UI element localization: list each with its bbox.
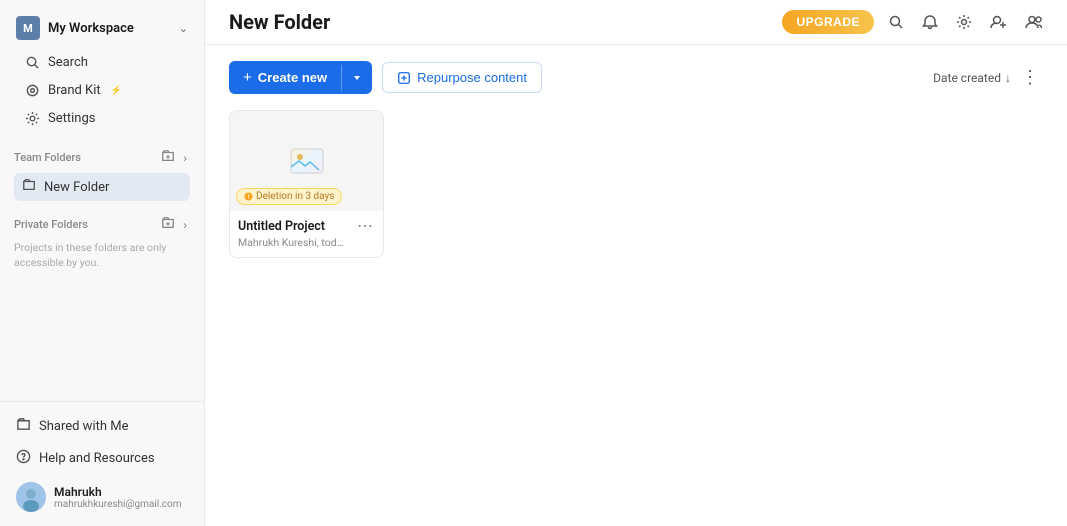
project-card[interactable]: ! Deletion in 3 days Untitled Project Ma…	[229, 110, 384, 258]
sidebar-search-label: Search	[48, 55, 88, 70]
workspace-avatar: M	[16, 16, 40, 40]
user-info: Mahrukh mahrukhkureshi@gmail.com	[54, 485, 182, 510]
repurpose-content-button[interactable]: Repurpose content	[382, 62, 542, 93]
folder-icon	[22, 178, 36, 196]
projects-grid: ! Deletion in 3 days Untitled Project Ma…	[229, 110, 1043, 258]
brand-kit-icon	[24, 83, 40, 98]
private-folders-description: Projects in these folders are only acces…	[10, 239, 194, 274]
deletion-badge: ! Deletion in 3 days	[236, 188, 342, 205]
sort-text: Date created	[933, 71, 1001, 85]
create-new-dropdown-button[interactable]	[341, 65, 372, 91]
card-thumbnail: ! Deletion in 3 days	[230, 111, 383, 211]
thumbnail-image-icon	[287, 141, 327, 181]
search-button[interactable]	[884, 10, 908, 34]
topbar: New Folder UPGRADE	[205, 0, 1067, 45]
card-menu-button[interactable]: ⋯	[355, 219, 375, 235]
private-folders-section: Private Folders › Projects in these fold…	[0, 204, 204, 276]
toolbar-left: + Create new Repurpose co	[229, 61, 542, 94]
folder-label: New Folder	[44, 180, 109, 195]
card-info: Untitled Project Mahrukh Kureshi, today …	[230, 211, 383, 257]
main-content: New Folder UPGRADE	[205, 0, 1067, 526]
sidebar-item-shared[interactable]: Shared with Me	[10, 411, 194, 442]
sidebar: M My Workspace ⌄ Search Brand Kit	[0, 0, 205, 526]
create-new-main[interactable]: + Create new	[229, 61, 341, 94]
card-meta: Mahrukh Kureshi, today at 12:12a...	[238, 236, 348, 249]
toolbar-right: Date created ↓ ⋮	[933, 65, 1043, 90]
team-button[interactable]	[1021, 10, 1047, 34]
shared-label: Shared with Me	[39, 419, 129, 434]
sort-label[interactable]: Date created ↓	[933, 71, 1011, 85]
invite-user-button[interactable]	[986, 10, 1011, 34]
user-name: Mahrukh	[54, 485, 182, 499]
help-icon	[16, 449, 31, 468]
team-folders-title: Team Folders	[14, 151, 81, 164]
sidebar-item-help[interactable]: Help and Resources	[10, 443, 194, 474]
team-folders-section: Team Folders › New Folder	[0, 137, 204, 204]
sort-direction-icon: ↓	[1005, 71, 1011, 85]
topbar-actions: UPGRADE	[782, 10, 1047, 34]
settings-icon	[24, 111, 40, 126]
user-profile[interactable]: Mahrukh mahrukhkureshi@gmail.com	[10, 476, 194, 518]
folder-item-new-folder[interactable]: New Folder	[14, 173, 190, 201]
content-area: + Create new Repurpose co	[205, 45, 1067, 526]
sidebar-item-search[interactable]: Search	[14, 49, 190, 76]
plus-icon: +	[243, 69, 252, 86]
card-text: Untitled Project Mahrukh Kureshi, today …	[238, 219, 355, 249]
shared-icon	[16, 417, 31, 436]
workspace-chevron-icon: ⌄	[179, 22, 188, 35]
create-new-button[interactable]: + Create new	[229, 61, 372, 94]
private-folder-more-button[interactable]: ›	[180, 214, 190, 235]
brand-kit-badge: ⚡	[111, 86, 122, 96]
sidebar-item-brand-kit[interactable]: Brand Kit ⚡	[14, 77, 190, 104]
sidebar-brand-kit-label: Brand Kit	[48, 83, 101, 98]
repurpose-label: Repurpose content	[417, 70, 527, 85]
toolbar: + Create new Repurpose co	[229, 61, 1043, 94]
notifications-button[interactable]	[918, 10, 942, 34]
upgrade-button[interactable]: UPGRADE	[782, 10, 874, 34]
avatar	[16, 482, 46, 512]
user-email: mahrukhkureshi@gmail.com	[54, 499, 182, 510]
sidebar-bottom: Shared with Me Help and Resources	[0, 401, 204, 526]
add-private-folder-button[interactable]	[158, 214, 178, 235]
settings-button[interactable]	[952, 10, 976, 34]
sidebar-settings-label: Settings	[48, 111, 95, 126]
private-folders-title: Private Folders	[14, 218, 88, 231]
toolbar-more-options-button[interactable]: ⋮	[1017, 65, 1043, 90]
page-title: New Folder	[229, 10, 330, 34]
card-title: Untitled Project	[238, 219, 355, 234]
workspace-header[interactable]: M My Workspace ⌄	[10, 8, 194, 48]
sidebar-item-settings[interactable]: Settings	[14, 105, 190, 132]
add-team-folder-button[interactable]	[158, 147, 178, 168]
deletion-text: Deletion in 3 days	[256, 191, 334, 202]
workspace-name: My Workspace	[48, 21, 134, 36]
search-icon	[24, 55, 40, 70]
create-new-label: Create new	[258, 70, 327, 85]
team-folder-more-button[interactable]: ›	[180, 147, 190, 168]
help-label: Help and Resources	[39, 451, 155, 466]
